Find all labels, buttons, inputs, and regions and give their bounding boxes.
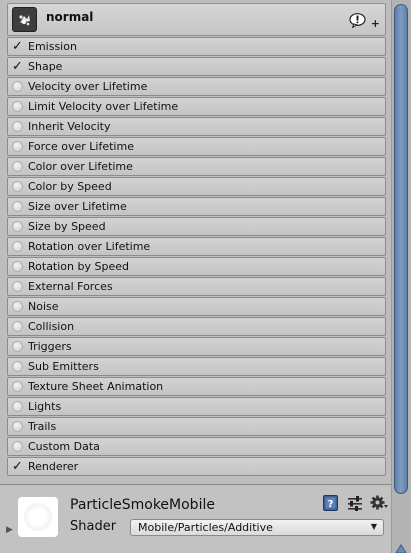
module-row[interactable]: Size by Speed xyxy=(7,217,386,236)
shader-label: Shader xyxy=(70,519,117,534)
shader-dropdown[interactable]: Mobile/Particles/Additive ▼ xyxy=(130,519,384,536)
module-toggle-circle-icon[interactable] xyxy=(12,341,23,352)
particle-system-icon xyxy=(12,7,37,32)
scrollbar-thumb[interactable] xyxy=(394,4,408,494)
module-row[interactable]: Color over Lifetime xyxy=(7,157,386,176)
module-toggle-circle-icon[interactable] xyxy=(12,401,23,412)
module-toggle-circle-icon[interactable] xyxy=(12,181,23,192)
module-toggle-circle-icon[interactable] xyxy=(12,81,23,92)
gear-icon[interactable] xyxy=(370,494,389,515)
checkmark-icon[interactable]: ✓ xyxy=(11,60,24,73)
module-row[interactable]: Rotation by Speed xyxy=(7,257,386,276)
module-row[interactable]: Size over Lifetime xyxy=(7,197,386,216)
module-toggle-circle-icon[interactable] xyxy=(12,361,23,372)
module-row[interactable]: ✓ Shape xyxy=(7,57,386,76)
checkmark-icon[interactable]: ✓ xyxy=(11,40,24,53)
module-toggle-circle-icon[interactable] xyxy=(12,221,23,232)
module-toggle-circle-icon[interactable] xyxy=(12,281,23,292)
module-row[interactable]: Collision xyxy=(7,317,386,336)
particle-system-name: normal xyxy=(46,10,94,24)
module-row[interactable]: Sub Emitters xyxy=(7,357,386,376)
module-toggle-circle-icon[interactable] xyxy=(12,241,23,252)
module-label: Sub Emitters xyxy=(28,360,99,373)
module-label: Renderer xyxy=(28,460,79,473)
preset-sliders-icon[interactable] xyxy=(347,496,363,515)
module-label: Color over Lifetime xyxy=(28,160,133,173)
module-label: Limit Velocity over Lifetime xyxy=(28,100,179,113)
module-toggle-circle-icon[interactable] xyxy=(12,421,23,432)
module-row[interactable]: Color by Speed xyxy=(7,177,386,196)
module-toggle-circle-icon[interactable] xyxy=(12,141,23,152)
module-row[interactable]: Custom Data xyxy=(7,437,386,456)
module-toggle-circle-icon[interactable] xyxy=(12,201,23,212)
module-label: Shape xyxy=(28,60,63,73)
module-row[interactable]: Velocity over Lifetime xyxy=(7,77,386,96)
module-row[interactable]: Inherit Velocity xyxy=(7,117,386,136)
module-label: Rotation by Speed xyxy=(28,260,129,273)
module-toggle-circle-icon[interactable] xyxy=(12,441,23,452)
module-label: Color by Speed xyxy=(28,180,112,193)
add-module-plus-icon[interactable]: + xyxy=(371,18,380,29)
module-row[interactable]: ✓ Emission xyxy=(7,37,386,56)
module-label: Trails xyxy=(28,420,57,433)
module-toggle-circle-icon[interactable] xyxy=(12,101,23,112)
module-label: Force over Lifetime xyxy=(28,140,134,153)
module-label: Texture Sheet Animation xyxy=(28,380,164,393)
material-preview xyxy=(18,497,58,537)
module-label: Size by Speed xyxy=(28,220,106,233)
module-row[interactable]: Noise xyxy=(7,297,386,316)
particle-system-header[interactable]: normal + xyxy=(7,3,386,36)
particle-system-inspector: normal + ✓ Emission ✓ Shape Velocity over Li… xyxy=(0,0,411,553)
module-row[interactable]: Limit Velocity over Lifetime xyxy=(7,97,386,116)
module-row[interactable]: Texture Sheet Animation xyxy=(7,377,386,396)
module-label: Custom Data xyxy=(28,440,100,453)
svg-text:?: ? xyxy=(328,499,334,510)
module-label: Collision xyxy=(28,320,75,333)
module-row[interactable]: Lights xyxy=(7,397,386,416)
foldout-arrow-icon[interactable]: ▶ xyxy=(6,525,13,535)
module-row[interactable]: ✓ Renderer xyxy=(7,457,386,476)
module-toggle-circle-icon[interactable] xyxy=(12,321,23,332)
help-book-icon[interactable]: ? xyxy=(323,495,338,515)
module-label: Triggers xyxy=(28,340,72,353)
module-row[interactable]: Force over Lifetime xyxy=(7,137,386,156)
shader-dropdown-value: Mobile/Particles/Additive xyxy=(138,521,273,534)
module-row[interactable]: Triggers xyxy=(7,337,386,356)
module-toggle-circle-icon[interactable] xyxy=(12,261,23,272)
module-label: Lights xyxy=(28,400,62,413)
module-label: Size over Lifetime xyxy=(28,200,127,213)
dropdown-arrow-icon: ▼ xyxy=(370,522,377,531)
module-label: External Forces xyxy=(28,280,113,293)
module-toggle-circle-icon[interactable] xyxy=(12,381,23,392)
resize-grip-icon[interactable] xyxy=(394,540,408,553)
warning-bubble-icon[interactable] xyxy=(349,13,366,32)
module-row[interactable]: Rotation over Lifetime xyxy=(7,237,386,256)
module-label: Velocity over Lifetime xyxy=(28,80,148,93)
material-name: ParticleSmokeMobile xyxy=(70,497,215,513)
module-row[interactable]: External Forces xyxy=(7,277,386,296)
module-label: Noise xyxy=(28,300,59,313)
module-label: Rotation over Lifetime xyxy=(28,240,151,253)
module-toggle-circle-icon[interactable] xyxy=(12,161,23,172)
module-row[interactable]: Trails xyxy=(7,417,386,436)
module-toggle-circle-icon[interactable] xyxy=(12,121,23,132)
module-label: Emission xyxy=(28,40,77,53)
module-label: Inherit Velocity xyxy=(28,120,111,133)
module-toggle-circle-icon[interactable] xyxy=(12,301,23,312)
checkmark-icon[interactable]: ✓ xyxy=(11,460,24,473)
